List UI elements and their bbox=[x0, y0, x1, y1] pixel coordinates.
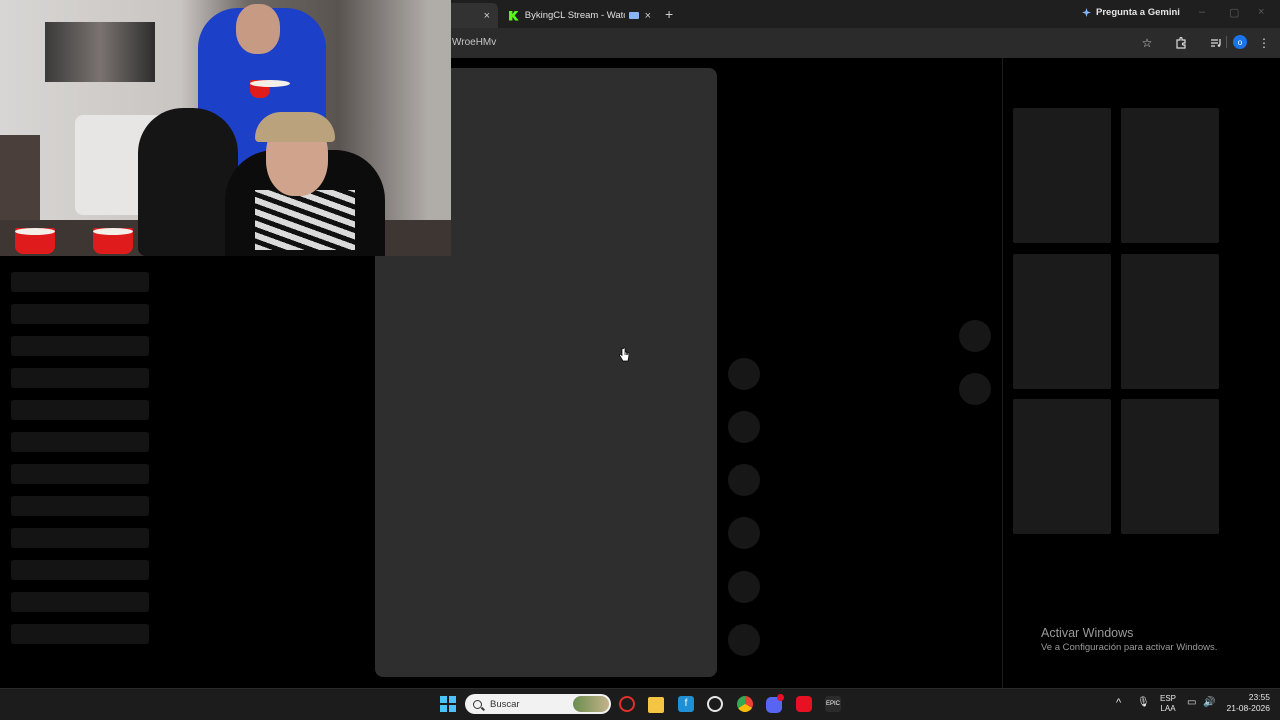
bookmark-star-icon[interactable]: ☆ bbox=[1140, 36, 1154, 50]
thumbnail-placeholder[interactable] bbox=[1013, 108, 1111, 243]
red-cup bbox=[15, 228, 55, 254]
webcam-overlay bbox=[0, 0, 451, 256]
taskbar-search-box[interactable]: Buscar bbox=[465, 694, 611, 714]
profile-avatar[interactable]: o bbox=[1233, 35, 1247, 49]
person-head bbox=[236, 4, 280, 54]
thumbnail-placeholder[interactable] bbox=[1121, 254, 1219, 389]
app-red-icon[interactable] bbox=[796, 696, 812, 712]
close-icon[interactable]: × bbox=[484, 10, 490, 22]
windows-taskbar bbox=[0, 688, 1280, 720]
new-tab-button[interactable]: + bbox=[665, 6, 673, 22]
gemini-star-icon bbox=[1082, 8, 1091, 17]
volume-icon[interactable]: 🔊 bbox=[1203, 698, 1215, 708]
media-controls-icon[interactable] bbox=[1209, 36, 1223, 50]
ask-gemini-label: Pregunta a Gemini bbox=[1096, 7, 1180, 18]
epic-games-icon[interactable]: EPIC bbox=[825, 696, 841, 712]
language-indicator[interactable]: ESP LAA bbox=[1158, 694, 1178, 714]
sidebar-placeholder-row bbox=[11, 400, 149, 420]
ask-gemini-button[interactable]: Pregunta a Gemini bbox=[1082, 7, 1180, 18]
tab-title: BykingCL Stream - Watch L bbox=[524, 10, 625, 21]
red-cup bbox=[93, 228, 133, 254]
action-button-placeholder[interactable] bbox=[728, 411, 760, 443]
sidebar-placeholder-row bbox=[11, 528, 149, 548]
hoodie-print bbox=[255, 190, 355, 250]
microphone-icon[interactable]: 🎙 bbox=[1137, 698, 1150, 708]
chrome-icon[interactable] bbox=[737, 696, 753, 712]
thumbnail-placeholder[interactable] bbox=[1121, 399, 1219, 534]
watermark-subtitle: Ve a Configuración para activar Windows. bbox=[1041, 642, 1218, 653]
hand-pointer-cursor-icon bbox=[619, 347, 629, 362]
clock-date: 21-08-2026 bbox=[1226, 703, 1270, 713]
nav-up-button-placeholder[interactable] bbox=[959, 320, 991, 352]
red-cup bbox=[250, 80, 290, 98]
tray-overflow-chevron-icon[interactable]: ^ bbox=[1116, 698, 1121, 709]
thumbnail-placeholder[interactable] bbox=[1013, 254, 1111, 389]
action-button-placeholder[interactable] bbox=[728, 571, 760, 603]
file-explorer-icon[interactable] bbox=[648, 697, 664, 713]
action-button-placeholder[interactable] bbox=[728, 517, 760, 549]
sidebar-placeholder-row bbox=[11, 336, 149, 356]
language-code: ESP bbox=[1159, 694, 1176, 703]
app-blue-icon[interactable]: f bbox=[678, 696, 694, 712]
windows-activation-watermark: Activar Windows Ve a Configuración para … bbox=[1041, 626, 1217, 653]
network-icon[interactable]: ▭ bbox=[1187, 698, 1196, 708]
keyboard-layout: LAA bbox=[1160, 704, 1176, 713]
sidebar-placeholder-row bbox=[11, 592, 149, 612]
close-icon[interactable]: × bbox=[645, 10, 651, 22]
sidebar-placeholder-row bbox=[11, 560, 149, 580]
person-hat bbox=[255, 112, 335, 142]
clock-time: 23:55 bbox=[1248, 692, 1270, 702]
notification-badge bbox=[777, 694, 784, 701]
action-button-placeholder[interactable] bbox=[728, 358, 760, 390]
sidebar-placeholder-row bbox=[11, 464, 149, 484]
desktop-screen: × BykingCL Stream - Watch L × + Pregunta… bbox=[0, 0, 1280, 720]
watermark-title: Activar Windows bbox=[1041, 626, 1134, 640]
person-black-cap bbox=[138, 108, 238, 256]
wall-posters bbox=[45, 22, 155, 82]
sidebar-placeholder-row bbox=[11, 368, 149, 388]
search-icon bbox=[473, 699, 482, 709]
opera-browser-icon[interactable] bbox=[619, 696, 635, 712]
search-highlight-art bbox=[573, 696, 609, 712]
minimize-button[interactable]: – bbox=[1199, 6, 1205, 18]
windows-start-icon[interactable] bbox=[440, 696, 456, 712]
nav-down-button-placeholder[interactable] bbox=[959, 373, 991, 405]
thumbnail-placeholder[interactable] bbox=[1013, 399, 1111, 534]
cast-indicator-icon bbox=[628, 12, 639, 19]
close-window-button[interactable]: × bbox=[1258, 6, 1264, 18]
sidebar-placeholder-row bbox=[11, 272, 149, 292]
action-button-placeholder[interactable] bbox=[728, 464, 760, 496]
action-button-placeholder[interactable] bbox=[728, 624, 760, 656]
extensions-puzzle-icon[interactable] bbox=[1174, 36, 1188, 50]
thumbnail-placeholder[interactable] bbox=[1121, 108, 1219, 243]
tab-bykingcl-stream[interactable]: BykingCL Stream - Watch L × bbox=[501, 3, 659, 28]
sidebar-placeholder-row bbox=[11, 496, 149, 516]
url-text[interactable]: WroeHMv bbox=[452, 37, 496, 48]
toolbar-divider bbox=[1226, 36, 1227, 48]
kick-favicon-icon bbox=[509, 10, 519, 21]
sidebar-placeholder-row bbox=[11, 624, 149, 644]
taskbar-clock[interactable]: 23:55 21-08-2026 bbox=[1224, 692, 1270, 714]
sidebar-placeholder-row bbox=[11, 304, 149, 324]
maximize-button[interactable]: ▢ bbox=[1229, 6, 1239, 19]
browser-menu-icon[interactable]: ⋮ bbox=[1257, 36, 1271, 50]
sidebar-placeholder-row bbox=[11, 432, 149, 452]
steam-icon[interactable] bbox=[707, 696, 723, 712]
search-placeholder: Buscar bbox=[490, 698, 520, 710]
